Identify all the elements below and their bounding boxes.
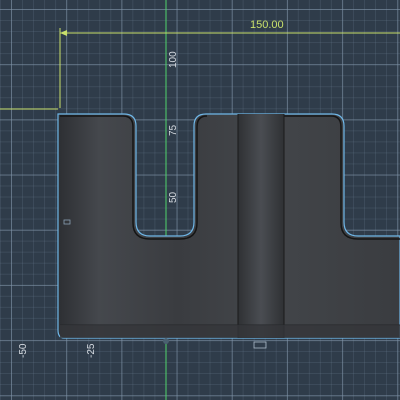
- constraint-marker-icon: [253, 341, 267, 349]
- dimension-value[interactable]: 150.00: [250, 19, 284, 31]
- origin-point-icon: [163, 338, 169, 344]
- axis-label-y-75: 75: [168, 124, 179, 136]
- axis-label-y-100: 100: [168, 51, 179, 68]
- center-column[interactable]: [238, 114, 284, 338]
- model-canvas[interactable]: [0, 0, 400, 400]
- axis-label-x-minus50: -50: [18, 343, 29, 358]
- axis-label-x-minus25: -25: [86, 343, 97, 358]
- bottom-band: [60, 325, 400, 338]
- model-body[interactable]: [57, 113, 400, 339]
- dimension-arrow: [60, 30, 67, 36]
- axis-label-y-50: 50: [168, 191, 179, 203]
- sketch-viewport[interactable]: 150.00 -50 -25 100 75 50: [0, 0, 400, 400]
